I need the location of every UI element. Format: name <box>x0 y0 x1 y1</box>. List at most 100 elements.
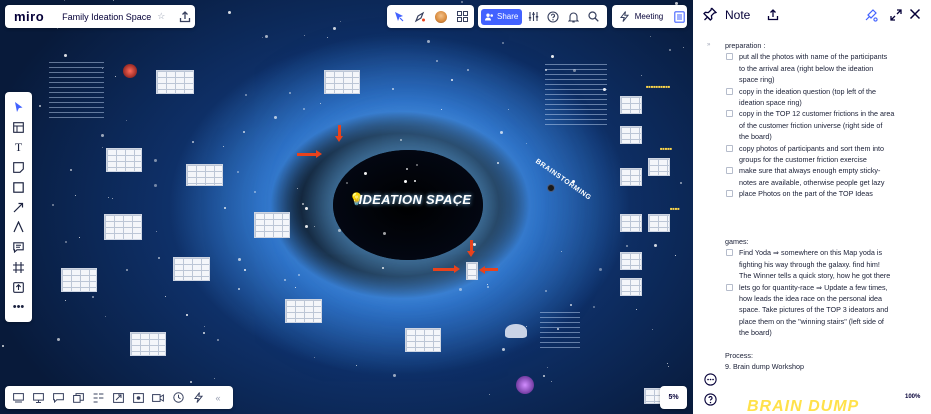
notes-panel-icon[interactable] <box>671 9 687 25</box>
share-button[interactable]: Share <box>481 8 523 25</box>
export-icon[interactable] <box>178 10 192 24</box>
board-card[interactable] <box>130 332 166 356</box>
checkbox[interactable] <box>726 249 733 257</box>
table-icon[interactable] <box>9 117 29 137</box>
board-card[interactable] <box>173 257 210 281</box>
cursor-icon[interactable] <box>390 8 408 26</box>
lightning-icon[interactable] <box>617 9 633 25</box>
checkbox[interactable] <box>726 87 733 95</box>
board-card[interactable] <box>254 212 290 238</box>
meeting-button[interactable]: Meeting <box>635 12 663 21</box>
bell-icon[interactable] <box>564 8 582 26</box>
collapse-icon[interactable]: « <box>208 389 228 407</box>
expand-icon[interactable] <box>890 8 902 21</box>
board-text-block[interactable] <box>540 312 580 350</box>
help-icon[interactable] <box>544 8 562 26</box>
shape-icon[interactable] <box>9 177 29 197</box>
upload-icon[interactable] <box>9 277 29 297</box>
kanban-icon[interactable] <box>88 389 108 407</box>
checklist-item[interactable]: put all the photos with name of the part… <box>726 51 904 85</box>
screen-record-icon[interactable] <box>128 389 148 407</box>
board-card[interactable] <box>620 96 642 114</box>
checkbox[interactable] <box>726 144 733 152</box>
connector-icon[interactable] <box>9 197 29 217</box>
comments-icon[interactable] <box>48 389 68 407</box>
board-card[interactable] <box>104 214 142 240</box>
checklist-item[interactable]: make sure that always enough empty stick… <box>726 165 904 188</box>
board-card[interactable] <box>106 148 142 172</box>
checkbox[interactable] <box>726 283 733 291</box>
zoom-level[interactable]: 5% <box>660 386 687 409</box>
checklist-item[interactable]: copy in the TOP 12 customer frictions in… <box>726 108 904 142</box>
board-card[interactable] <box>186 164 223 186</box>
checklist-item[interactable]: lets go for quantity-race ⇒ Update a few… <box>726 282 904 339</box>
comment-icon[interactable] <box>9 237 29 257</box>
comment-icon[interactable] <box>704 373 717 386</box>
checklist-line: put all the photos with name of the part… <box>739 52 888 62</box>
board-card[interactable] <box>648 214 670 232</box>
board-arrow[interactable] <box>484 268 498 271</box>
board-arrow[interactable] <box>335 125 343 142</box>
board-card[interactable] <box>324 70 360 94</box>
checkbox[interactable] <box>726 167 733 175</box>
board-card[interactable] <box>648 158 670 176</box>
board-arrow[interactable] <box>433 265 460 273</box>
export-icon[interactable] <box>767 8 779 21</box>
more-icon[interactable]: ••• <box>9 297 29 317</box>
checkbox[interactable] <box>726 110 733 118</box>
presentation-icon[interactable] <box>28 389 48 407</box>
board-canvas[interactable]: ■■■■■■■■■■ ■■■■■ ■■■■ 💡 IDEATION SPACE B… <box>0 0 693 414</box>
board-text-block[interactable] <box>545 64 607 126</box>
select-icon[interactable] <box>9 97 29 117</box>
avatar[interactable] <box>432 8 450 26</box>
board-card[interactable] <box>620 252 642 270</box>
checklist-line: to the arrival area (right below the ide… <box>739 63 874 73</box>
ideation-space-title[interactable]: IDEATION SPACE <box>345 192 485 207</box>
board-card[interactable] <box>620 278 642 296</box>
board-card[interactable] <box>285 299 322 323</box>
board-label[interactable]: ■■■■ <box>670 206 680 211</box>
pen-icon[interactable] <box>9 217 29 237</box>
link-icon[interactable] <box>108 389 128 407</box>
board-text-block[interactable] <box>49 62 104 122</box>
note-settings-icon[interactable] <box>864 8 878 22</box>
settings-sliders-icon[interactable] <box>524 8 542 26</box>
board-card[interactable] <box>156 70 194 94</box>
apps-grid-icon[interactable] <box>453 8 471 26</box>
close-icon[interactable] <box>908 7 922 21</box>
board-label[interactable]: ■■■■■■■■■■ <box>646 84 670 89</box>
board-label[interactable]: ■■■■■ <box>660 146 672 151</box>
board-arrow[interactable] <box>467 240 475 257</box>
board-card[interactable] <box>620 214 642 232</box>
brainstorming-label[interactable]: BRAINSTORMING <box>534 158 592 202</box>
help-icon[interactable] <box>704 393 717 406</box>
video-icon[interactable] <box>148 389 168 407</box>
timer-icon[interactable] <box>168 389 188 407</box>
checkbox[interactable] <box>726 190 733 198</box>
board-card[interactable] <box>620 168 642 186</box>
board-title[interactable]: Family Ideation Space <box>62 12 151 22</box>
board-card[interactable] <box>61 268 97 292</box>
cards-icon[interactable] <box>68 389 88 407</box>
checklist-item[interactable]: copy in the ideation question (top left … <box>726 86 904 109</box>
checklist-item[interactable]: Find Yoda ⇒ somewhere on this Map yoda i… <box>726 247 904 281</box>
checklist-item[interactable]: copy photos of participants and sort the… <box>726 143 904 166</box>
checkbox[interactable] <box>726 53 733 61</box>
brain-dump-preview[interactable]: BRAIN DUMP <box>747 399 859 414</box>
frame-icon[interactable] <box>9 257 29 277</box>
checklist-item[interactable]: place Photos on the part of the TOP Idea… <box>726 188 904 199</box>
text-icon[interactable]: T <box>9 137 29 157</box>
board-arrow[interactable] <box>297 150 322 158</box>
note-zoom-level[interactable]: 100% <box>905 394 920 400</box>
reaction-icon[interactable] <box>411 8 429 26</box>
reactions-icon[interactable] <box>188 389 208 407</box>
sticky-note-icon[interactable] <box>9 157 29 177</box>
board-card[interactable] <box>405 328 441 352</box>
star-icon[interactable]: ☆ <box>157 11 165 22</box>
pin-icon[interactable] <box>703 7 718 21</box>
frames-icon[interactable] <box>8 389 28 407</box>
board-card[interactable] <box>620 126 642 144</box>
search-icon[interactable] <box>584 8 602 26</box>
board-card[interactable] <box>466 262 478 280</box>
miro-logo[interactable]: miro <box>14 9 44 24</box>
